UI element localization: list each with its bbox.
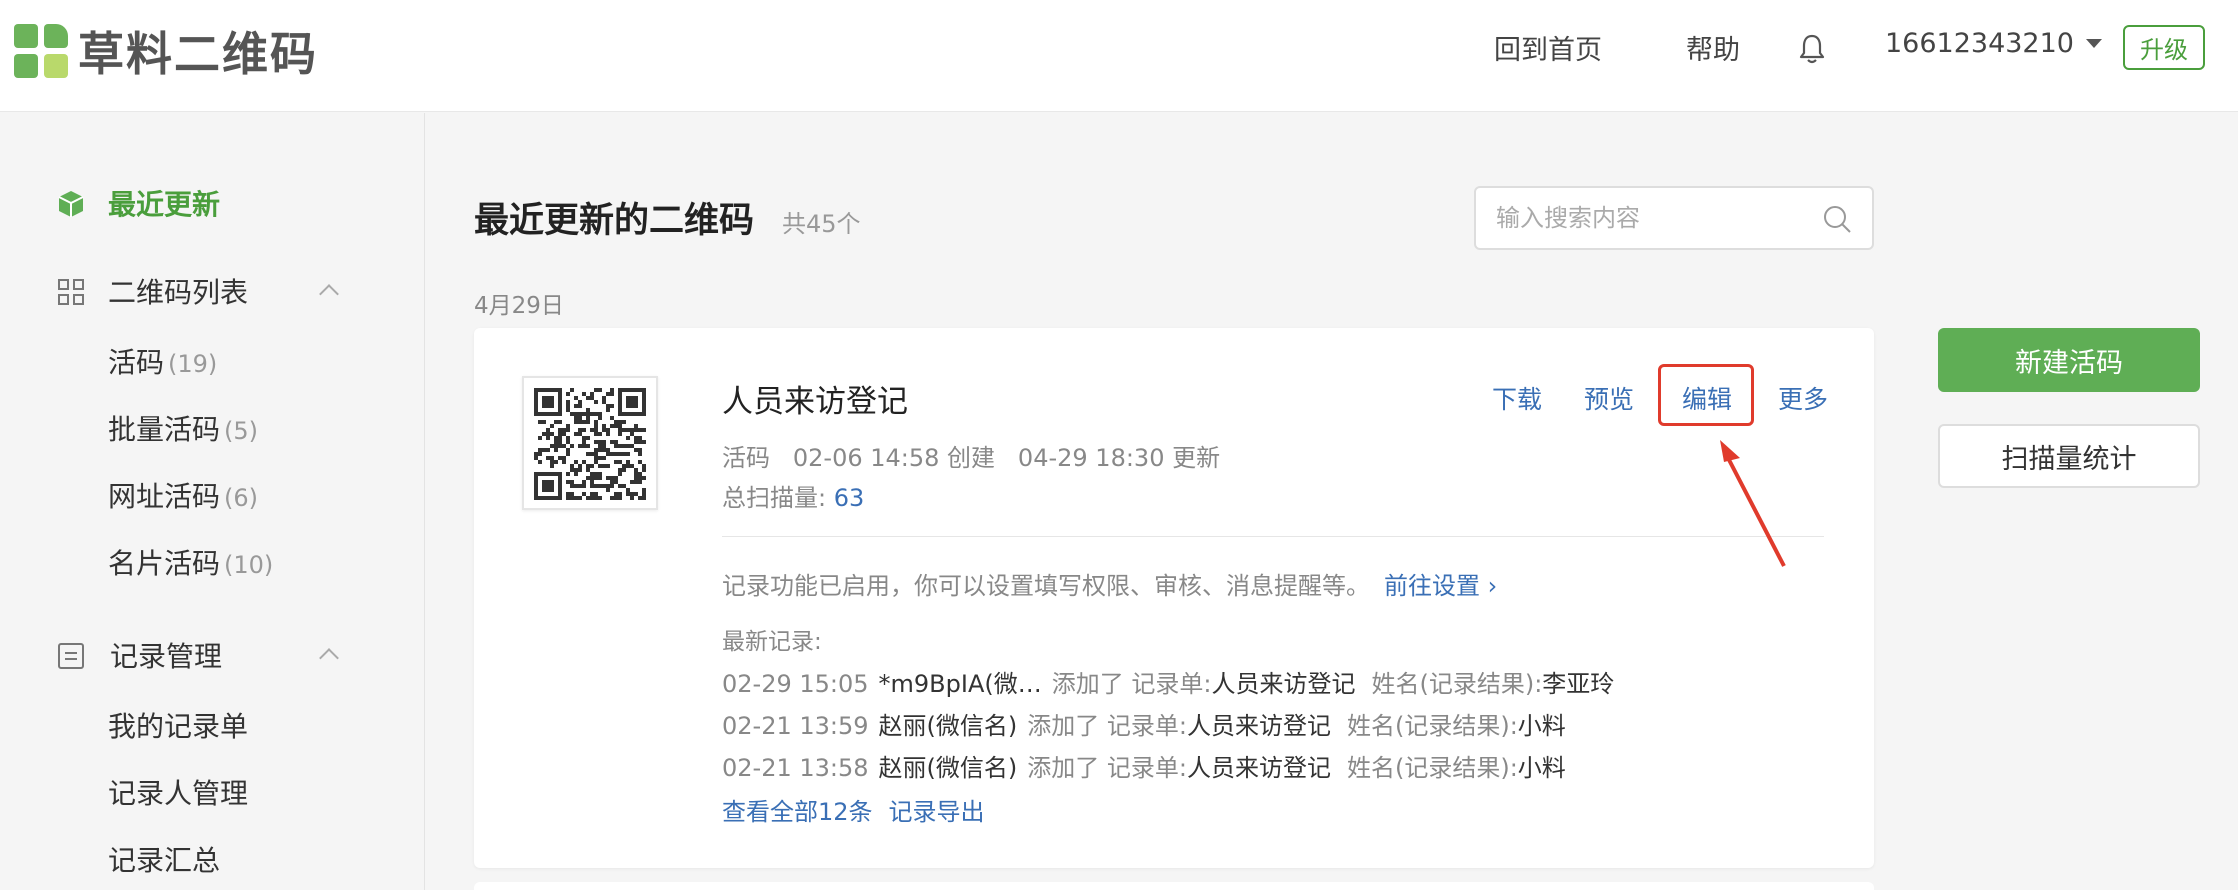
sidebar-item-label: 记录管理 [110,640,223,673]
download-link[interactable]: 下载 [1492,380,1542,416]
sidebar-item-label: 二维码列表 [108,276,249,309]
total-count: 共45个 [782,210,861,238]
user-menu[interactable]: 16612343210 [1885,28,2102,59]
grid-icon [58,279,84,305]
edit-highlight-box [1658,364,1754,426]
bell-icon[interactable] [1797,32,1827,66]
sidebar-item-label: 最近更新 [108,188,221,221]
scan-count[interactable]: 63 [834,484,865,512]
sidebar-item-label: 活码 [108,346,165,379]
search-icon[interactable] [1822,204,1852,234]
annotation-arrow-icon [1720,440,1786,567]
page-title: 最近更新的二维码 [474,201,755,241]
qr-card: 人员来访登记 下载 预览 编辑 更多 活码 02-06 14:58 创建 04-… [474,328,1874,868]
upgrade-button[interactable]: 升级 [2123,25,2205,70]
sidebar-item-label: 名片活码 [108,547,221,580]
record-notice: 记录功能已启用，你可以设置填写权限、审核、消息提醒等。 前往设置 › [722,572,1498,600]
qr-card-title[interactable]: 人员来访登记 [722,376,908,421]
item-count: (10) [224,551,274,579]
search-box[interactable] [1474,186,1874,250]
record-links: 查看全部12条 记录导出 [722,792,985,827]
divider [722,536,1824,537]
sidebar-item-label: 记录汇总 [108,844,221,877]
chevron-up-icon[interactable] [319,284,339,304]
latest-records-label: 最新记录: [722,629,822,655]
qr-meta: 活码 02-06 14:58 创建 04-29 18:30 更新 [722,444,1221,472]
more-link[interactable]: 更多 [1778,380,1828,416]
top-header: 草料二维码 回到首页 帮助 16612343210 升级 [0,0,2238,112]
record-row[interactable]: 02-21 13:58 赵丽(微信名) 添加了 记录单:人员来访登记 姓名(记录结果)… [722,748,1566,783]
document-icon [58,643,84,669]
item-count: (5) [224,417,259,445]
preview-link[interactable]: 预览 [1584,380,1634,416]
go-settings-link[interactable]: 前往设置 › [1384,572,1497,600]
export-records-link[interactable]: 记录导出 [889,798,985,826]
qr-logo-icon [14,24,68,78]
brand-logo[interactable]: 草料二维码 [14,18,318,84]
sidebar-item-label: 批量活码 [108,413,221,446]
sidebar-item-label: 我的记录单 [108,710,249,743]
sidebar-item-label: 记录人管理 [108,777,249,810]
date-group-label: 4月29日 [474,293,564,319]
new-live-code-button[interactable]: 新建活码 [1938,328,2200,392]
nav-help-link[interactable]: 帮助 [1686,28,1740,67]
chevron-down-icon [2085,39,2102,48]
qr-code-icon [534,388,646,500]
search-input[interactable] [1496,200,1816,236]
brand-name: 草料二维码 [78,27,318,81]
sidebar: 最近更新 二维码列表 活码 (19) 批量活码 (5) 网址活码 (6) 名片活码 (1… [0,113,425,890]
nav-home-link[interactable]: 回到首页 [1494,28,1602,67]
record-row[interactable]: 02-29 15:05 *m9BpIA(微… 添加了 记录单:人员来访登记 姓名(记录… [722,664,1614,699]
user-phone: 16612343210 [1885,28,2074,59]
cube-icon [58,191,84,217]
scan-total: 总扫描量: 63 [722,484,865,512]
item-count: (6) [224,484,259,512]
item-count: (19) [168,350,218,378]
scan-stats-button[interactable]: 扫描量统计 [1938,424,2200,488]
view-all-records-link[interactable]: 查看全部12条 [722,798,873,826]
qr-thumbnail[interactable] [522,376,658,510]
record-row[interactable]: 02-21 13:59 赵丽(微信名) 添加了 记录单:人员来访登记 姓名(记录结果)… [722,706,1566,741]
sidebar-item-label: 网址活码 [108,480,221,513]
next-card-edge [474,882,1874,890]
chevron-up-icon[interactable] [319,648,339,668]
